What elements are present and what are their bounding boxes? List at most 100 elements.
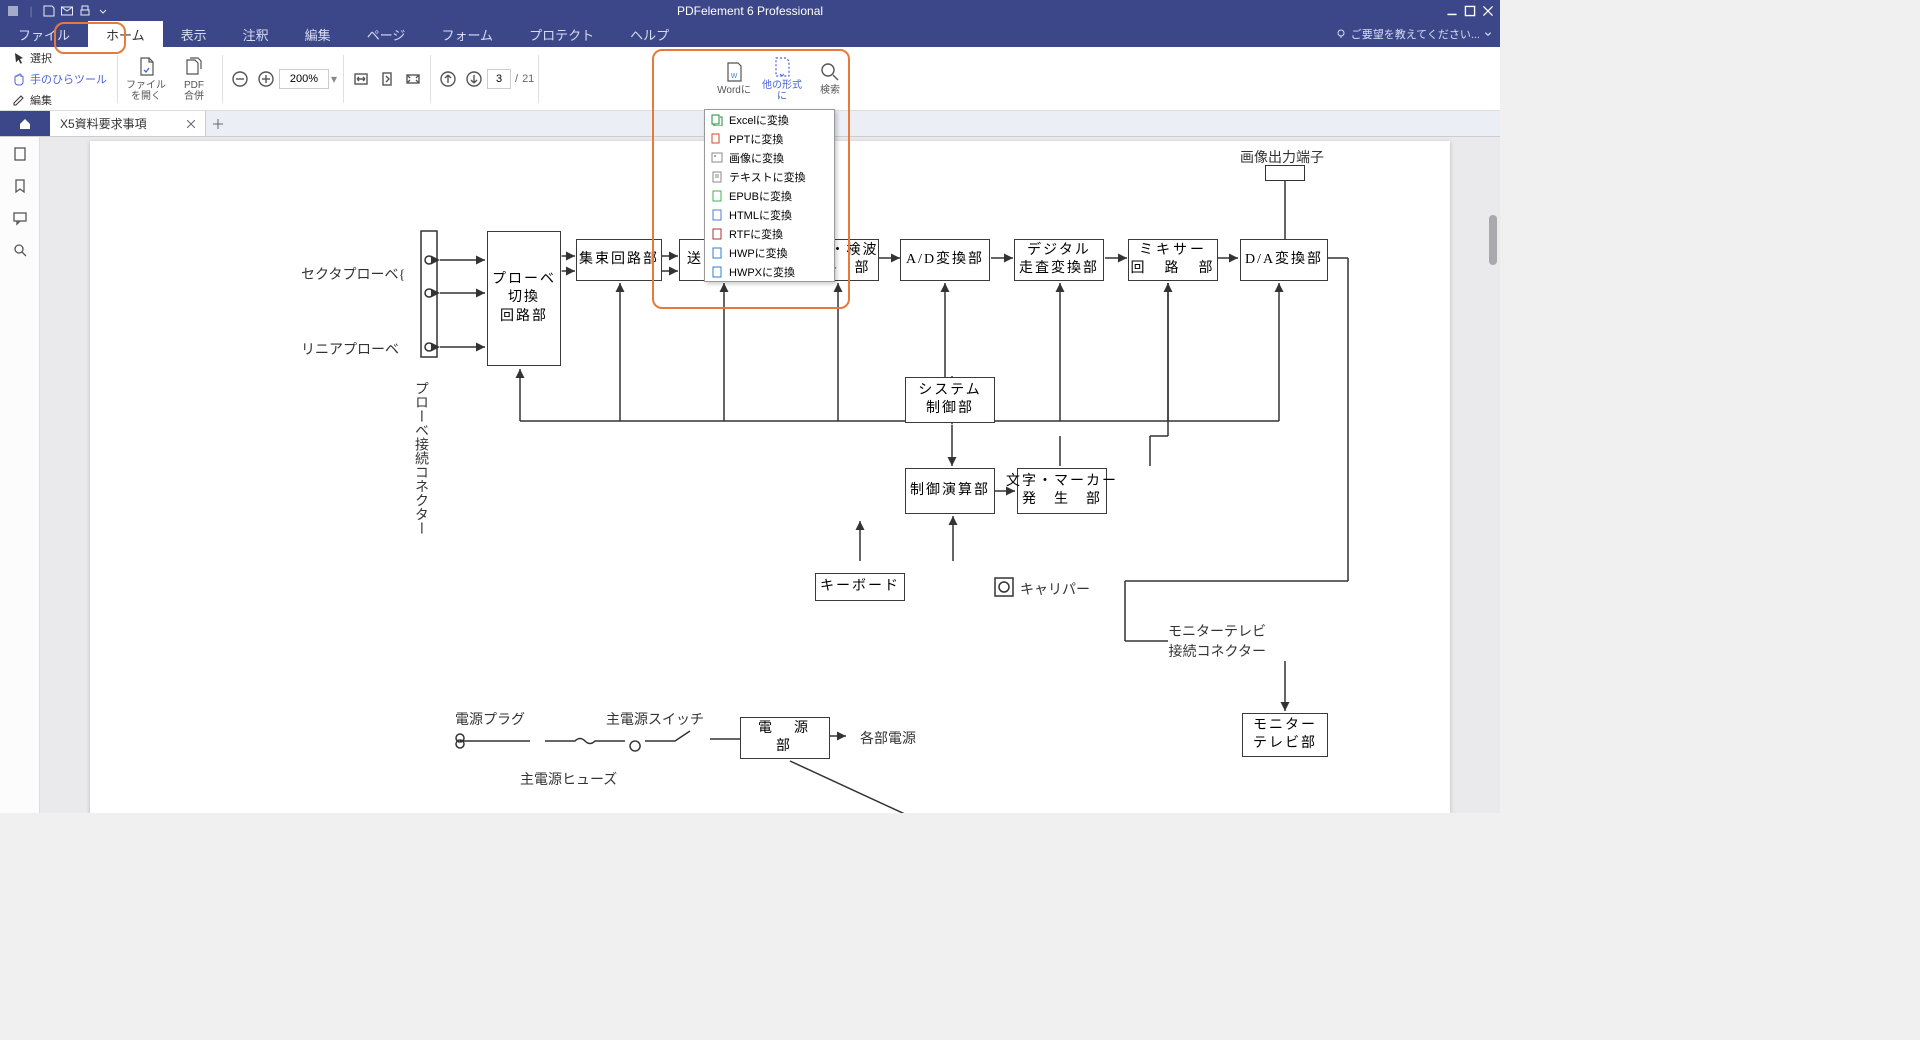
dd-label-ppt: PPTに変換 [729, 131, 783, 147]
dd-label-rtf: RTFに変換 [729, 226, 783, 242]
comments-panel-icon[interactable] [11, 209, 29, 227]
box-char-marker: 文字・マーカー 発 生 部 [1017, 468, 1107, 514]
hand-label: 手のひらツール [30, 71, 107, 87]
box-digital-scan: デジタル 走査変換部 [1014, 239, 1104, 281]
dd-label-excel: Excelに変換 [729, 112, 789, 128]
app-title: PDFelement 6 Professional [677, 4, 823, 18]
dropdown-item-epub[interactable]: EPUBに変換 [705, 186, 834, 205]
ribbon-separator [222, 55, 223, 103]
qat-separator: | [24, 4, 38, 18]
ribbon-separator [430, 55, 431, 103]
bookmark-panel-icon[interactable] [11, 177, 29, 195]
print-icon[interactable] [78, 4, 92, 18]
combine-label: PDF 合併 [184, 80, 204, 102]
page-number-input[interactable] [487, 69, 511, 89]
feedback-link[interactable]: ご要望を教えてください... [1335, 21, 1500, 47]
edit-label: 編集 [30, 92, 52, 108]
ribbon-separator [538, 55, 539, 103]
dd-label-image: 画像に変換 [729, 150, 784, 166]
convert-to-word-button[interactable]: W Wordに [710, 61, 758, 96]
fit-page-button[interactable] [374, 66, 400, 92]
label-image-out: 画像出力端子 [1240, 147, 1324, 167]
tool-selector-group: 選択 手のひらツール 編集 [6, 48, 113, 110]
box-image-out-connector [1265, 165, 1305, 181]
dropdown-item-hwp[interactable]: HWPに変換 [705, 243, 834, 262]
quick-access-toolbar: | [0, 4, 110, 18]
zoom-in-button[interactable] [253, 66, 279, 92]
dropdown-arrow-icon[interactable] [96, 4, 110, 18]
dropdown-item-text[interactable]: テキストに変換 [705, 167, 834, 186]
search-button[interactable]: 検索 [806, 61, 854, 96]
fit-width-button[interactable] [348, 66, 374, 92]
menu-help[interactable]: ヘルプ [612, 21, 687, 47]
next-page-button[interactable] [461, 66, 487, 92]
menu-home[interactable]: ホーム [88, 21, 163, 47]
pages-panel-icon[interactable] [11, 145, 29, 163]
close-button[interactable] [1480, 4, 1496, 18]
menu-edit[interactable]: 編集 [287, 21, 349, 47]
dd-label-hwp: HWPに変換 [729, 245, 788, 261]
ribbon-separator [343, 55, 344, 103]
ribbon-separator [117, 55, 118, 103]
dd-label-html: HTMLに変換 [729, 207, 792, 223]
open-file-button[interactable]: ファイル を開く [122, 56, 170, 102]
zoom-input[interactable] [279, 69, 329, 89]
save-icon[interactable] [42, 4, 56, 18]
label-power-plug: 電源プラグ [455, 709, 525, 729]
menu-page[interactable]: ページ [349, 21, 424, 47]
menu-protect[interactable]: プロテクト [511, 21, 612, 47]
label-main-fuse: 主電源ヒューズ [520, 769, 617, 789]
convert-to-other-button[interactable]: 他の形式に [758, 56, 806, 102]
mail-icon[interactable] [60, 4, 74, 18]
box-system-control: システム 制御部 [905, 377, 995, 423]
lightbulb-icon [1335, 28, 1347, 40]
menu-view[interactable]: 表示 [163, 21, 225, 47]
dropdown-item-ppt[interactable]: PPTに変換 [705, 129, 834, 148]
page-total: 21 [522, 73, 534, 85]
to-other-label: 他の形式に [758, 80, 806, 102]
chevron-down-icon [1484, 28, 1492, 40]
box-control-arith: 制御演算部 [905, 468, 995, 514]
menu-comment[interactable]: 注釈 [225, 21, 287, 47]
select-label: 選択 [30, 50, 52, 66]
box-mixer: ミキサー 回 路 部 [1128, 239, 1218, 281]
minimize-button[interactable] [1444, 4, 1460, 18]
menu-form[interactable]: フォーム [423, 21, 511, 47]
box-probe-switch: プローベ 切換 回路部 [487, 231, 561, 366]
box-focus-circuit: 集束回路部 [576, 239, 662, 281]
hand-tool[interactable]: 手のひらツール [12, 69, 107, 89]
maximize-button[interactable] [1462, 4, 1478, 18]
home-tab-button[interactable] [0, 111, 50, 136]
menu-file[interactable]: ファイル [0, 21, 88, 47]
close-icon[interactable] [187, 120, 195, 128]
box-da: D/A変換部 [1240, 239, 1328, 281]
to-word-label: Wordに [717, 85, 751, 96]
search-panel-icon[interactable] [11, 241, 29, 259]
dropdown-item-hwpx[interactable]: HWPXに変換 [705, 262, 834, 281]
side-nav [0, 137, 40, 813]
dropdown-item-image[interactable]: 画像に変換 [705, 148, 834, 167]
dropdown-item-excel[interactable]: Excelに変換 [705, 110, 834, 129]
add-tab-button[interactable] [206, 118, 230, 130]
zoom-out-button[interactable] [227, 66, 253, 92]
edit-tool[interactable]: 編集 [12, 90, 107, 110]
label-to-each-power: 各部電源 [860, 728, 916, 748]
dropdown-item-html[interactable]: HTMLに変換 [705, 205, 834, 224]
dd-label-hwpx: HWPXに変換 [729, 264, 795, 280]
window-controls [1444, 4, 1500, 18]
app-icon [6, 4, 20, 18]
label-main-switch: 主電源スイッチ [606, 709, 704, 729]
scrollbar-thumb[interactable] [1489, 215, 1497, 265]
combine-pdf-button[interactable]: PDF 合併 [170, 56, 218, 102]
dropdown-item-rtf[interactable]: RTFに変換 [705, 224, 834, 243]
prev-page-button[interactable] [435, 66, 461, 92]
box-power-unit: 電 源 部 [740, 717, 830, 759]
page-separator: / [511, 73, 522, 85]
select-tool[interactable]: 選択 [12, 48, 107, 68]
zoom-dropdown-arrow[interactable]: ▾ [329, 72, 339, 86]
menubar: ファイル ホーム 表示 注釈 編集 ページ フォーム プロテクト ヘルプ ご要望… [0, 21, 1500, 47]
ribbon: 選択 手のひらツール 編集 ファイル を開く PDF 合併 ▾ / 21 W W… [0, 47, 1500, 111]
document-tab[interactable]: X5資料要求事項 [50, 111, 206, 136]
convert-format-dropdown: Excelに変換 PPTに変換 画像に変換 テキストに変換 EPUBに変換 HT… [704, 109, 835, 282]
actual-size-button[interactable] [400, 66, 426, 92]
